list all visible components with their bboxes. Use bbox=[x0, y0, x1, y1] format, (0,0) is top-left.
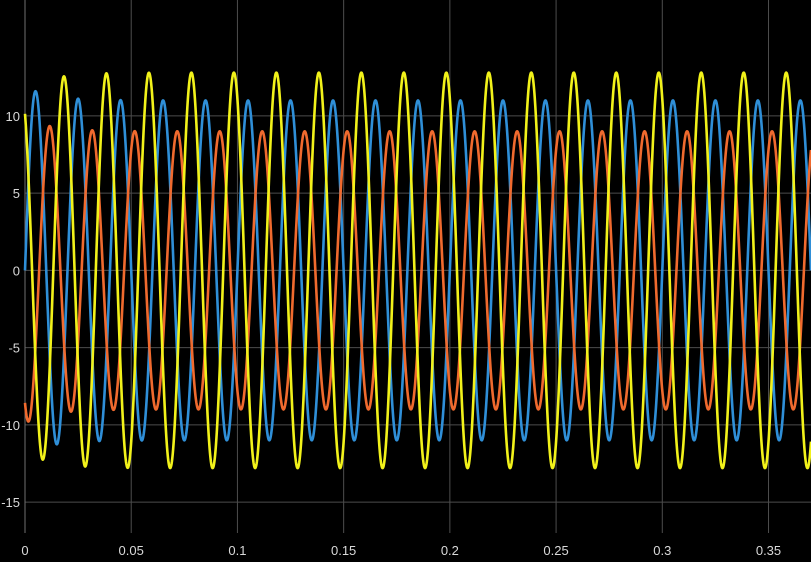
x-tick-label: 0.25 bbox=[543, 543, 568, 558]
y-tick-label: -5 bbox=[8, 341, 20, 356]
y-tick-label: 5 bbox=[13, 186, 20, 201]
x-tick-label: 0.2 bbox=[441, 543, 459, 558]
x-tick-label: 0 bbox=[21, 543, 28, 558]
y-tick-label: -10 bbox=[1, 418, 20, 433]
scope-plot: 0 0.05 0.1 0.15 0.2 0.25 0.3 0.35 -15 -10 -5 0 5 10 bbox=[0, 0, 811, 562]
x-tick-label: 0.3 bbox=[653, 543, 671, 558]
x-tick-label: 0.05 bbox=[119, 543, 144, 558]
x-tick-label: 0.15 bbox=[331, 543, 356, 558]
y-tick-label: 10 bbox=[6, 109, 20, 124]
x-tick-label: 0.35 bbox=[756, 543, 781, 558]
y-tick-label: -15 bbox=[1, 495, 20, 510]
x-tick-label: 0.1 bbox=[228, 543, 246, 558]
y-tick-label: 0 bbox=[13, 263, 20, 278]
